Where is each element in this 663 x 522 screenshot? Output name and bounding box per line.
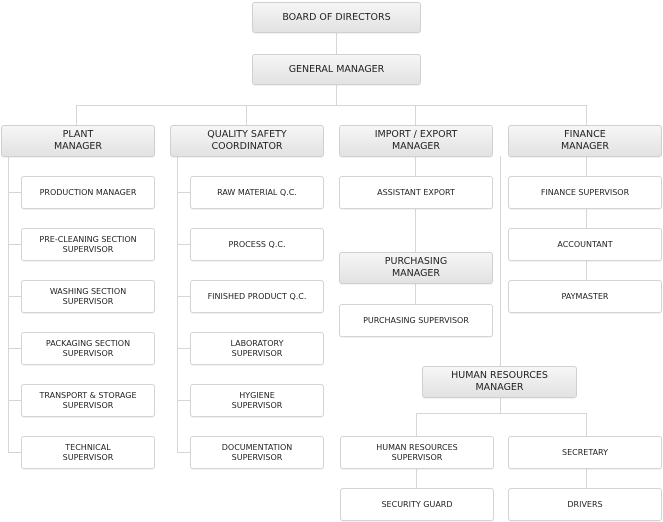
connector [8, 452, 21, 453]
connector [8, 156, 9, 453]
quality-item-box: LABORATORY SUPERVISOR [190, 332, 324, 365]
connector [177, 296, 190, 297]
box-label: WASHING SECTION SUPERVISOR [49, 286, 127, 306]
box-label: FINISHED PRODUCT Q.C. [207, 291, 307, 301]
box-label: HYGIENE SUPERVISOR [231, 390, 283, 410]
purchasing-manager-box: PURCHASING MANAGER [339, 252, 493, 284]
connector [177, 348, 190, 349]
connector [177, 400, 190, 401]
connector [336, 84, 337, 105]
hr-supervisor-box: HUMAN RESOURCES SUPERVISOR [340, 436, 494, 469]
connector [8, 296, 21, 297]
security-guard-box: SECURITY GUARD [340, 488, 494, 521]
box-label: SECURITY GUARD [381, 499, 453, 509]
assistant-export-box: ASSISTANT EXPORT [339, 176, 493, 209]
connector [177, 244, 190, 245]
box-label: PLANT MANAGER [53, 129, 103, 152]
box-label: FINANCE MANAGER [560, 129, 610, 152]
plant-manager-box: PLANT MANAGER [1, 125, 155, 157]
box-label: PURCHASING MANAGER [384, 256, 448, 279]
box-label: ASSISTANT EXPORT [377, 187, 455, 197]
connector [177, 192, 190, 193]
plant-item-box: PACKAGING SECTION SUPERVISOR [21, 332, 155, 365]
connector [177, 452, 190, 453]
plant-item-box: TRANSPORT & STORAGE SUPERVISOR [21, 384, 155, 417]
quality-safety-coordinator-box: QUALITY SAFETY COORDINATOR [170, 125, 324, 157]
board-of-directors-box: BOARD OF DIRECTORS [252, 2, 421, 33]
box-label: SECRETARY [561, 447, 608, 457]
box-label: PACKAGING SECTION SUPERVISOR [45, 338, 131, 358]
connector [415, 105, 416, 125]
drivers-box: DRIVERS [508, 488, 662, 521]
quality-item-box: RAW MATERIAL Q.C. [190, 176, 324, 209]
box-label: DRIVERS [567, 499, 603, 509]
box-label: PROCESS Q.C. [228, 239, 286, 249]
plant-item-box: WASHING SECTION SUPERVISOR [21, 280, 155, 313]
box-label: HUMAN RESOURCES SUPERVISOR [376, 442, 458, 462]
finance-item-box: FINANCE SUPERVISOR [508, 176, 662, 209]
import-export-manager-box: IMPORT / EXPORT MANAGER [339, 125, 493, 157]
box-label: LABORATORY SUPERVISOR [230, 338, 284, 358]
connector [500, 156, 501, 366]
connector [76, 105, 587, 106]
box-label: TECHNICAL SUPERVISOR [62, 442, 114, 462]
hr-manager-box: HUMAN RESOURCES MANAGER [422, 366, 577, 398]
box-label: PRODUCTION MANAGER [39, 187, 137, 197]
connector [586, 156, 587, 280]
connector [336, 32, 337, 54]
box-label: DOCUMENTATION SUPERVISOR [221, 442, 293, 462]
finance-item-box: ACCOUNTANT [508, 228, 662, 261]
box-label: HUMAN RESOURCES MANAGER [451, 370, 548, 393]
finance-item-box: PAYMASTER [508, 280, 662, 313]
box-label: FINANCE SUPERVISOR [540, 187, 630, 197]
plant-item-box: PRE-CLEANING SECTION SUPERVISOR [21, 228, 155, 261]
connector [586, 105, 587, 125]
connector [8, 244, 21, 245]
connector [8, 400, 21, 401]
quality-item-box: PROCESS Q.C. [190, 228, 324, 261]
general-manager-box: GENERAL MANAGER [252, 54, 421, 85]
finance-manager-box: FINANCE MANAGER [508, 125, 662, 157]
box-label: GENERAL MANAGER [288, 63, 385, 75]
box-label: QUALITY SAFETY COORDINATOR [207, 129, 287, 152]
quality-item-box: HYGIENE SUPERVISOR [190, 384, 324, 417]
connector [177, 156, 178, 453]
quality-item-box: DOCUMENTATION SUPERVISOR [190, 436, 324, 469]
box-label: RAW MATERIAL Q.C. [217, 187, 297, 197]
connector [246, 105, 247, 125]
box-label: TRANSPORT & STORAGE SUPERVISOR [39, 390, 137, 410]
connector [76, 105, 77, 125]
quality-item-box: FINISHED PRODUCT Q.C. [190, 280, 324, 313]
connector [416, 413, 587, 414]
box-label: ACCOUNTANT [557, 239, 613, 249]
plant-item-box: PRODUCTION MANAGER [21, 176, 155, 209]
box-label: BOARD OF DIRECTORS [282, 11, 391, 23]
box-label: PRE-CLEANING SECTION SUPERVISOR [39, 234, 137, 254]
box-label: PURCHASING SUPERVISOR [363, 315, 469, 325]
plant-item-box: TECHNICAL SUPERVISOR [21, 436, 155, 469]
connector [8, 348, 21, 349]
box-label: PAYMASTER [561, 291, 609, 301]
secretary-box: SECRETARY [508, 436, 662, 469]
connector [500, 397, 501, 413]
box-label: IMPORT / EXPORT MANAGER [374, 129, 458, 152]
purchasing-supervisor-box: PURCHASING SUPERVISOR [339, 304, 493, 337]
connector [8, 192, 21, 193]
